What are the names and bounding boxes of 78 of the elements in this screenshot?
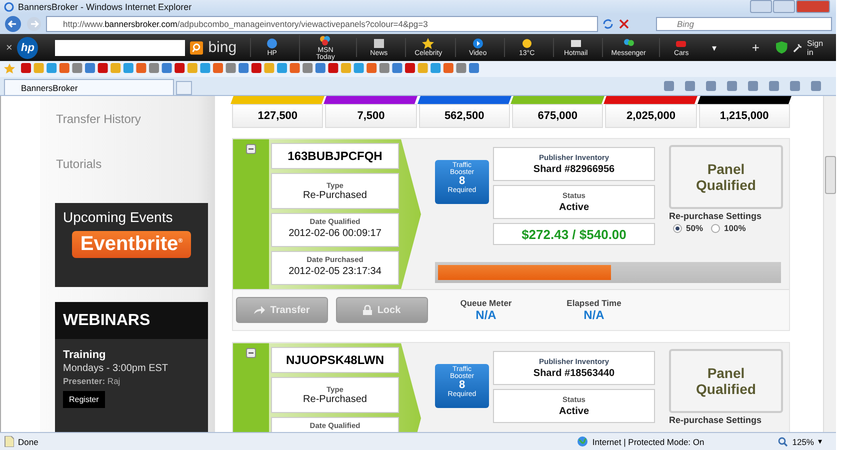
webinars-header: WEBINARS [55, 302, 208, 340]
register-button[interactable]: Register [63, 391, 105, 408]
panel-qualified-box: Panel Qualified [669, 145, 783, 210]
field-value: Re-Purchased [303, 394, 367, 406]
hp-logo[interactable]: hp [17, 36, 38, 59]
events-title: Upcoming Events [62, 209, 173, 226]
search-icon[interactable] [190, 40, 204, 55]
browser-tab[interactable]: BannersBroker [4, 79, 174, 96]
level-tab[interactable]: 7,500 [325, 104, 417, 128]
webinar-presenter: Presenter: Raj [63, 376, 120, 386]
zoom-menu-button[interactable]: ▾ [818, 437, 822, 446]
repurchase-settings-label: Re-purchase Settings [669, 415, 763, 426]
earnings-amount: $272.43 / $540.00 [493, 223, 655, 246]
lock-icon [363, 305, 372, 316]
field-value: Active [558, 406, 589, 418]
sign-in-link[interactable]: Sign in [807, 38, 830, 57]
toolbar-search-field[interactable] [55, 40, 186, 56]
wrench-icon[interactable] [792, 42, 802, 53]
sun-icon [520, 38, 533, 50]
scrollbar-thumb[interactable] [825, 156, 836, 194]
booster-count: 8 [458, 380, 466, 392]
collapse-icon[interactable] [246, 144, 256, 154]
address-field[interactable]: http://www.bannersbroker.com/adpubcombo_manageinventory/viewactivepanels?colour=4&pg=3 [46, 16, 598, 32]
level-tab[interactable]: 2,025,000 [605, 104, 697, 128]
level-tab[interactable]: 127,500 [232, 104, 324, 128]
status-text: Done [18, 436, 38, 447]
booster-count: 8 [458, 176, 466, 188]
favorites-star-icon[interactable] [4, 63, 15, 74]
meter-value: N/A [476, 308, 496, 322]
zoom-icon [778, 436, 788, 447]
window-title: BannersBroker - Windows Internet Explorer [18, 2, 192, 12]
arrow-icon [254, 306, 266, 315]
collapse-icon[interactable] [246, 348, 256, 358]
meter-label: Elapsed Time [566, 298, 622, 308]
meter-label: Queue Meter [460, 298, 512, 308]
play-icon [472, 38, 484, 50]
field-value: 2012-02-05 23:17:34 [288, 266, 382, 278]
panel-id: 163BUBJPCFQH [271, 143, 399, 170]
meter-value: N/A [584, 308, 604, 322]
radio-label: 100% [724, 223, 746, 234]
toolbar-close-button[interactable]: × [6, 42, 12, 54]
zoom-level[interactable]: 125% [792, 436, 814, 447]
panel-id: NJUOPSK48LWN [271, 347, 399, 374]
maximize-button[interactable] [773, 0, 795, 14]
radio-button[interactable] [711, 224, 720, 233]
star-icon [422, 38, 434, 50]
webinar-schedule: Mondays - 3:00pm EST [63, 363, 168, 374]
minimize-button[interactable] [750, 0, 772, 14]
level-tab[interactable]: 562,500 [418, 104, 510, 128]
toolbar-more-button[interactable]: ▾ [712, 42, 717, 53]
new-tab-button[interactable] [176, 81, 192, 96]
stop-icon[interactable] [618, 18, 630, 30]
refresh-icon[interactable] [602, 18, 614, 30]
field-value: Shard #18563440 [533, 368, 615, 380]
radio-button[interactable] [673, 224, 682, 233]
security-zone-text[interactable]: Internet | Protected Mode: On [592, 436, 704, 447]
scrollbar[interactable] [823, 96, 836, 432]
level-tab[interactable]: 675,000 [512, 104, 604, 128]
back-icon[interactable] [4, 15, 22, 34]
webinar-name: Training [63, 349, 106, 362]
add-button[interactable]: + [752, 40, 760, 56]
repurchase-settings-label: Re-purchase Settings [669, 211, 763, 222]
close-button[interactable] [796, 0, 830, 14]
panel-qualified-box: Panel Qualified [669, 349, 783, 414]
shield-icon[interactable] [776, 41, 788, 54]
forward-icon[interactable] [26, 16, 42, 32]
favorites-icons-drawing[interactable] [21, 63, 481, 74]
bing-logo: bing [208, 39, 237, 56]
field-value: Shard #82966956 [533, 164, 615, 176]
browser-logo-icon [4, 2, 14, 12]
field-value: Active [558, 202, 589, 214]
field-value: Re-Purchased [303, 190, 367, 202]
level-tab[interactable]: 1,215,000 [698, 104, 790, 128]
field-value: 2012-02-06 00:09:17 [288, 228, 382, 240]
search-field[interactable]: Bing [656, 17, 832, 32]
radio-label: 50% [686, 223, 704, 234]
flower-icon [319, 34, 332, 46]
globe-icon [577, 436, 588, 448]
